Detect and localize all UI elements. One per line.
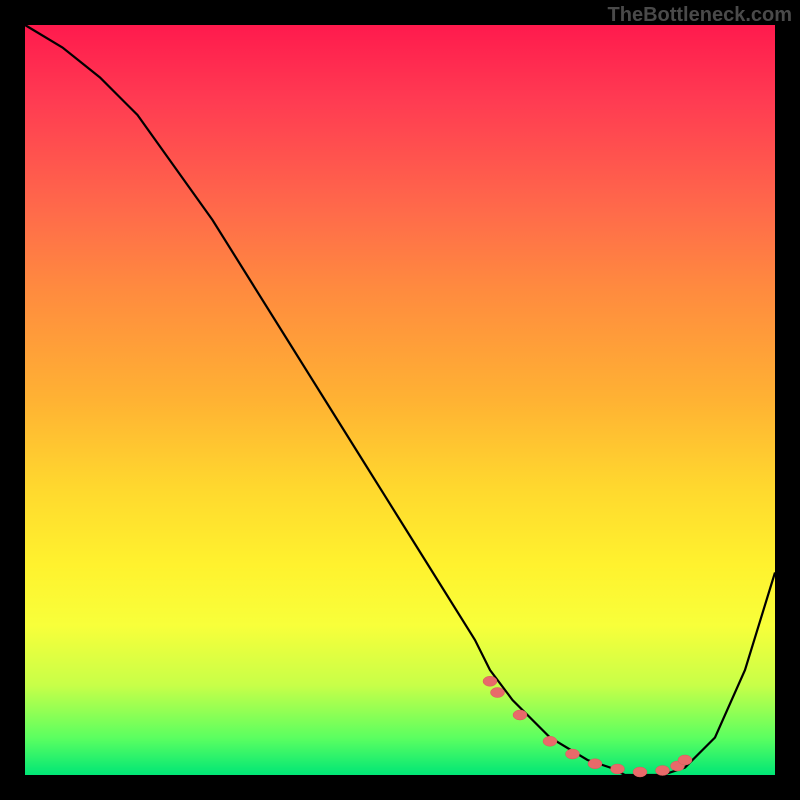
highlight-dot <box>491 688 505 698</box>
highlight-dots-group <box>483 676 692 777</box>
highlight-dot <box>678 755 692 765</box>
highlight-dot <box>633 767 647 777</box>
highlight-dot <box>513 710 527 720</box>
highlight-dot <box>483 676 497 686</box>
bottleneck-curve <box>25 25 775 775</box>
highlight-dot <box>566 749 580 759</box>
highlight-dot <box>588 759 602 769</box>
watermark-text: TheBottleneck.com <box>608 4 792 27</box>
chart-svg <box>25 25 775 775</box>
highlight-dot <box>543 736 557 746</box>
highlight-dot <box>611 764 625 774</box>
highlight-dot <box>656 766 670 776</box>
